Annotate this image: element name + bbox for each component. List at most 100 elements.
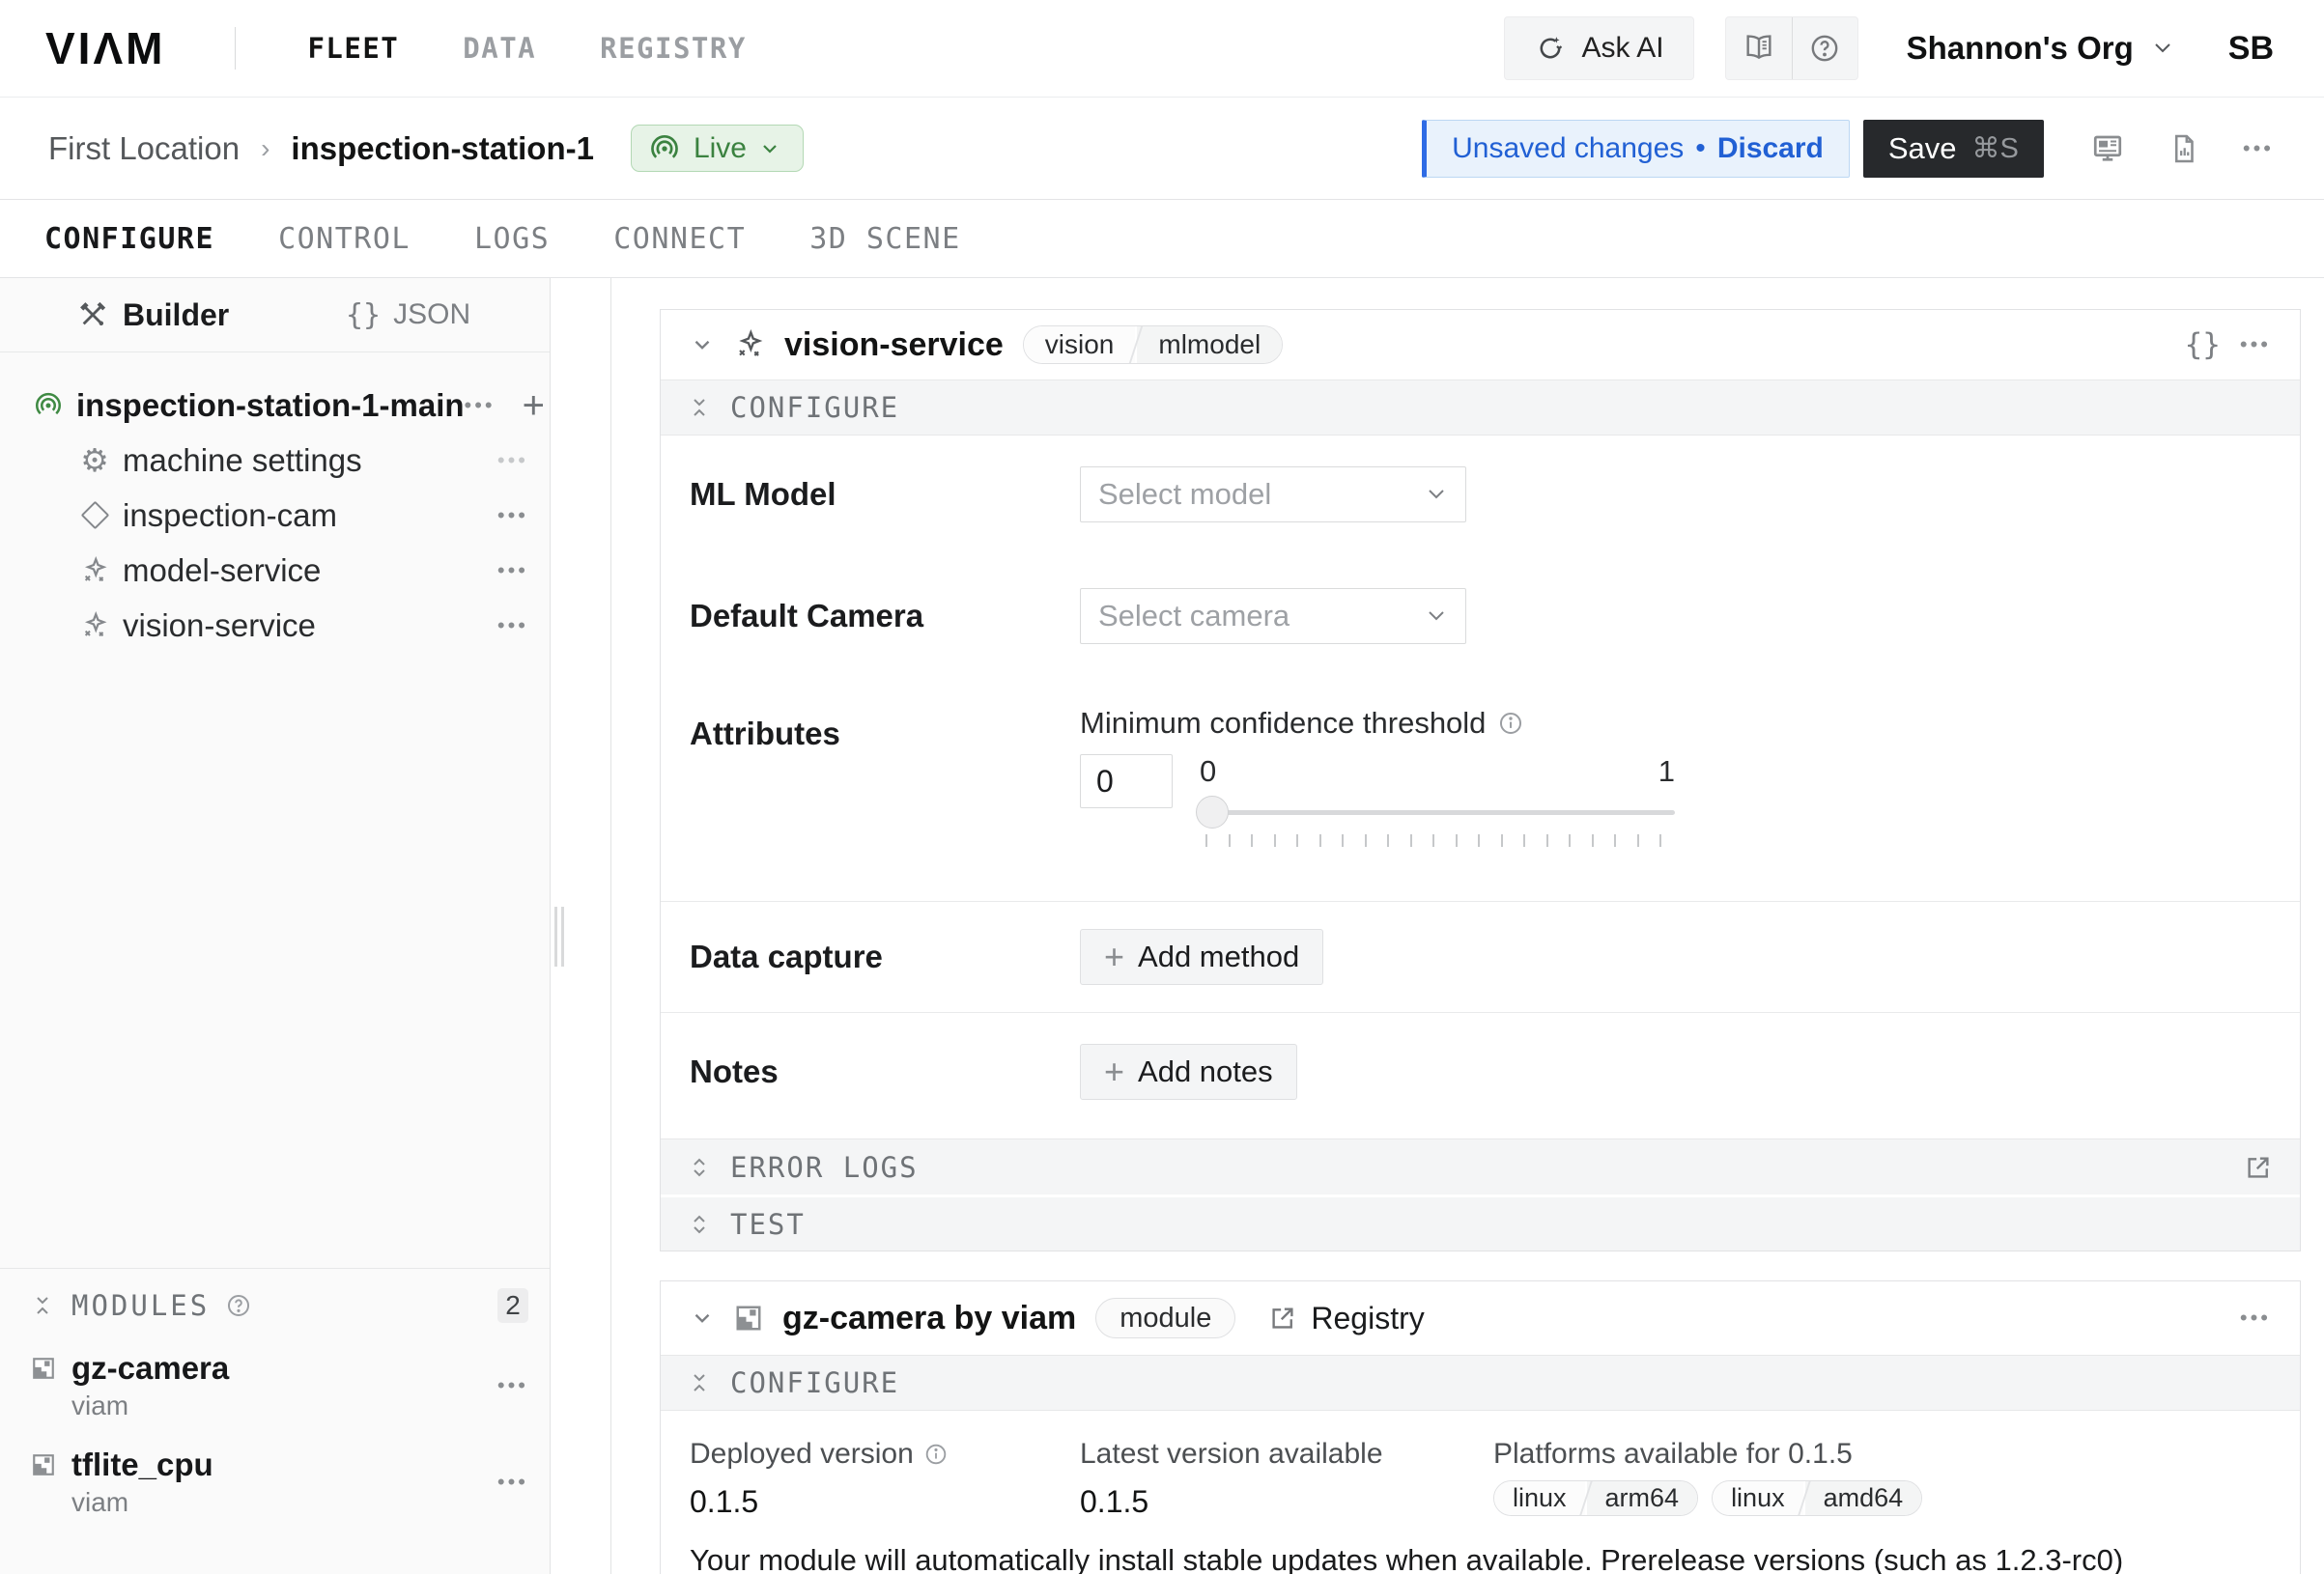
latest-version-col: Latest version available 0.1.5 <box>1080 1438 1493 1520</box>
sidebar-resize-handle[interactable] <box>554 907 564 967</box>
tree-item-inspection-cam[interactable]: inspection-cam ••• <box>0 488 550 543</box>
registry-label: Registry <box>1311 1301 1424 1336</box>
braces-icon: {} <box>346 298 381 332</box>
save-shortcut: ⌘S <box>1972 131 2019 165</box>
info-icon[interactable] <box>923 1442 949 1467</box>
json-view-button[interactable]: {} <box>2185 327 2221 362</box>
monitor-icon[interactable] <box>2090 131 2125 166</box>
configure-section-bar[interactable]: CONFIGURE <box>661 1355 2300 1411</box>
book-icon <box>1743 32 1775 65</box>
unsaved-changes-banner: Unsaved changes • Discard <box>1422 120 1850 178</box>
module-menu-button[interactable]: ••• <box>497 1472 528 1493</box>
unsaved-changes-label: Unsaved changes <box>1452 132 1684 165</box>
machine-status-badge[interactable]: Live <box>631 125 804 172</box>
machine-bar: First Location › inspection-station-1 Li… <box>0 98 2324 200</box>
configure-section-bar[interactable]: CONFIGURE <box>661 379 2300 436</box>
collapse-chevron-icon[interactable] <box>690 332 715 357</box>
tab-3d-scene[interactable]: 3D SCENE <box>809 222 961 256</box>
help-icon[interactable] <box>225 1292 252 1319</box>
default-camera-select[interactable]: Select camera <box>1080 588 1466 644</box>
builder-mode-button[interactable]: Builder <box>77 278 229 351</box>
save-label: Save <box>1888 131 1957 166</box>
add-notes-button[interactable]: + Add notes <box>1080 1044 1297 1100</box>
add-component-button[interactable]: + <box>523 386 545 425</box>
save-button[interactable]: Save ⌘S <box>1863 120 2044 178</box>
add-method-button[interactable]: + Add method <box>1080 929 1323 985</box>
content: Builder {} JSON inspection-station-1-mai… <box>0 278 2324 1574</box>
tab-configure[interactable]: CONFIGURE <box>44 222 214 256</box>
diamond-icon <box>79 505 110 525</box>
collapse-icon <box>688 1371 711 1394</box>
docs-button[interactable] <box>1726 17 1792 79</box>
threshold-label: Minimum confidence threshold <box>1080 706 1486 741</box>
help-icon <box>1808 32 1841 65</box>
modules-label: MODULES <box>71 1289 210 1322</box>
report-file-icon[interactable] <box>2168 132 2200 165</box>
expand-icon <box>688 1156 711 1179</box>
org-name: Shannon's Org <box>1907 30 2134 67</box>
tree-item-vision-service[interactable]: vision-service ••• <box>0 598 550 653</box>
tree-item-label: inspection-cam <box>123 497 337 534</box>
tree-item-model-service[interactable]: model-service ••• <box>0 543 550 598</box>
tab-connect[interactable]: CONNECT <box>613 222 746 256</box>
collapse-chevron-icon[interactable] <box>690 1306 715 1331</box>
gz-camera-body: Deployed version 0.1.5 Latest version av… <box>661 1411 2300 1574</box>
nav-fleet[interactable]: FLEET <box>307 32 399 65</box>
item-menu-button[interactable]: ••• <box>497 505 528 526</box>
gz-camera-card-header: gz-camera by viam module Registry ••• <box>661 1281 2300 1355</box>
ml-model-placeholder: Select model <box>1098 477 1271 512</box>
module-name: gz-camera <box>71 1350 229 1387</box>
part-menu-button[interactable]: ••• <box>465 395 496 416</box>
machine-tabs: CONFIGURE CONTROL LOGS CONNECT 3D SCENE <box>0 200 2324 278</box>
json-mode-button[interactable]: {} JSON <box>346 278 470 351</box>
help-button[interactable] <box>1792 17 1857 79</box>
collapse-icon[interactable] <box>31 1294 54 1317</box>
nav-data[interactable]: DATA <box>463 32 536 65</box>
latest-version-value: 0.1.5 <box>1080 1484 1493 1520</box>
nav-registry[interactable]: REGISTRY <box>600 32 747 65</box>
avatar[interactable]: SB <box>2228 30 2274 68</box>
tree-item-machine-settings[interactable]: ⚙ machine settings ••• <box>0 433 550 488</box>
chevron-down-icon <box>1425 487 1448 502</box>
external-link-icon[interactable] <box>2244 1153 2273 1182</box>
breadcrumb-location[interactable]: First Location <box>48 130 240 167</box>
signal-icon <box>33 391 64 420</box>
status-chevron-icon <box>760 142 779 155</box>
module-menu-button[interactable]: ••• <box>497 1375 528 1396</box>
notes-label: Notes <box>690 1044 1080 1100</box>
tab-logs[interactable]: LOGS <box>474 222 550 256</box>
breadcrumb-separator-icon: › <box>261 133 269 164</box>
card-menu-button[interactable]: ••• <box>2240 334 2271 355</box>
module-list-item[interactable]: gz-camera viam ••• <box>31 1350 528 1421</box>
viam-logo: VIΛM <box>45 22 165 74</box>
item-menu-button[interactable]: ••• <box>497 450 528 471</box>
tab-control[interactable]: CONTROL <box>278 222 411 256</box>
slider-track[interactable] <box>1200 810 1675 815</box>
sparkles-icon <box>734 329 765 360</box>
discard-button[interactable]: Discard <box>1717 132 1824 165</box>
info-icon[interactable] <box>1497 710 1524 737</box>
status-label: Live <box>694 132 747 165</box>
platform-os: linux <box>1713 1481 1803 1515</box>
module-list-item[interactable]: tflite_cpu viam ••• <box>31 1447 528 1518</box>
ask-ai-button[interactable]: Ask AI <box>1504 16 1694 80</box>
machine-menu-button[interactable]: ••• <box>2243 138 2274 159</box>
card-menu-button[interactable]: ••• <box>2240 1307 2271 1329</box>
error-logs-bar[interactable]: ERROR LOGS <box>661 1138 2300 1195</box>
ml-model-select[interactable]: Select model <box>1080 466 1466 522</box>
tools-icon <box>77 299 108 330</box>
card-title: gz-camera by viam <box>782 1300 1076 1337</box>
registry-link[interactable]: Registry <box>1268 1301 1424 1336</box>
test-bar[interactable]: TEST <box>661 1195 2300 1251</box>
slider-handle[interactable] <box>1196 796 1229 829</box>
expand-icon <box>688 1213 711 1236</box>
item-menu-button[interactable]: ••• <box>497 560 528 581</box>
tree-item-main-part[interactable]: inspection-station-1-main ••• + <box>0 378 550 433</box>
threshold-input[interactable] <box>1080 754 1173 808</box>
org-switcher[interactable]: Shannon's Org <box>1907 30 2174 67</box>
platforms-col: Platforms available for 0.1.5 linux arm6… <box>1493 1438 1922 1520</box>
slider-ticks <box>1205 834 1661 847</box>
item-menu-button[interactable]: ••• <box>497 615 528 636</box>
unsaved-bullet: • <box>1695 132 1706 165</box>
test-label: TEST <box>730 1208 806 1241</box>
